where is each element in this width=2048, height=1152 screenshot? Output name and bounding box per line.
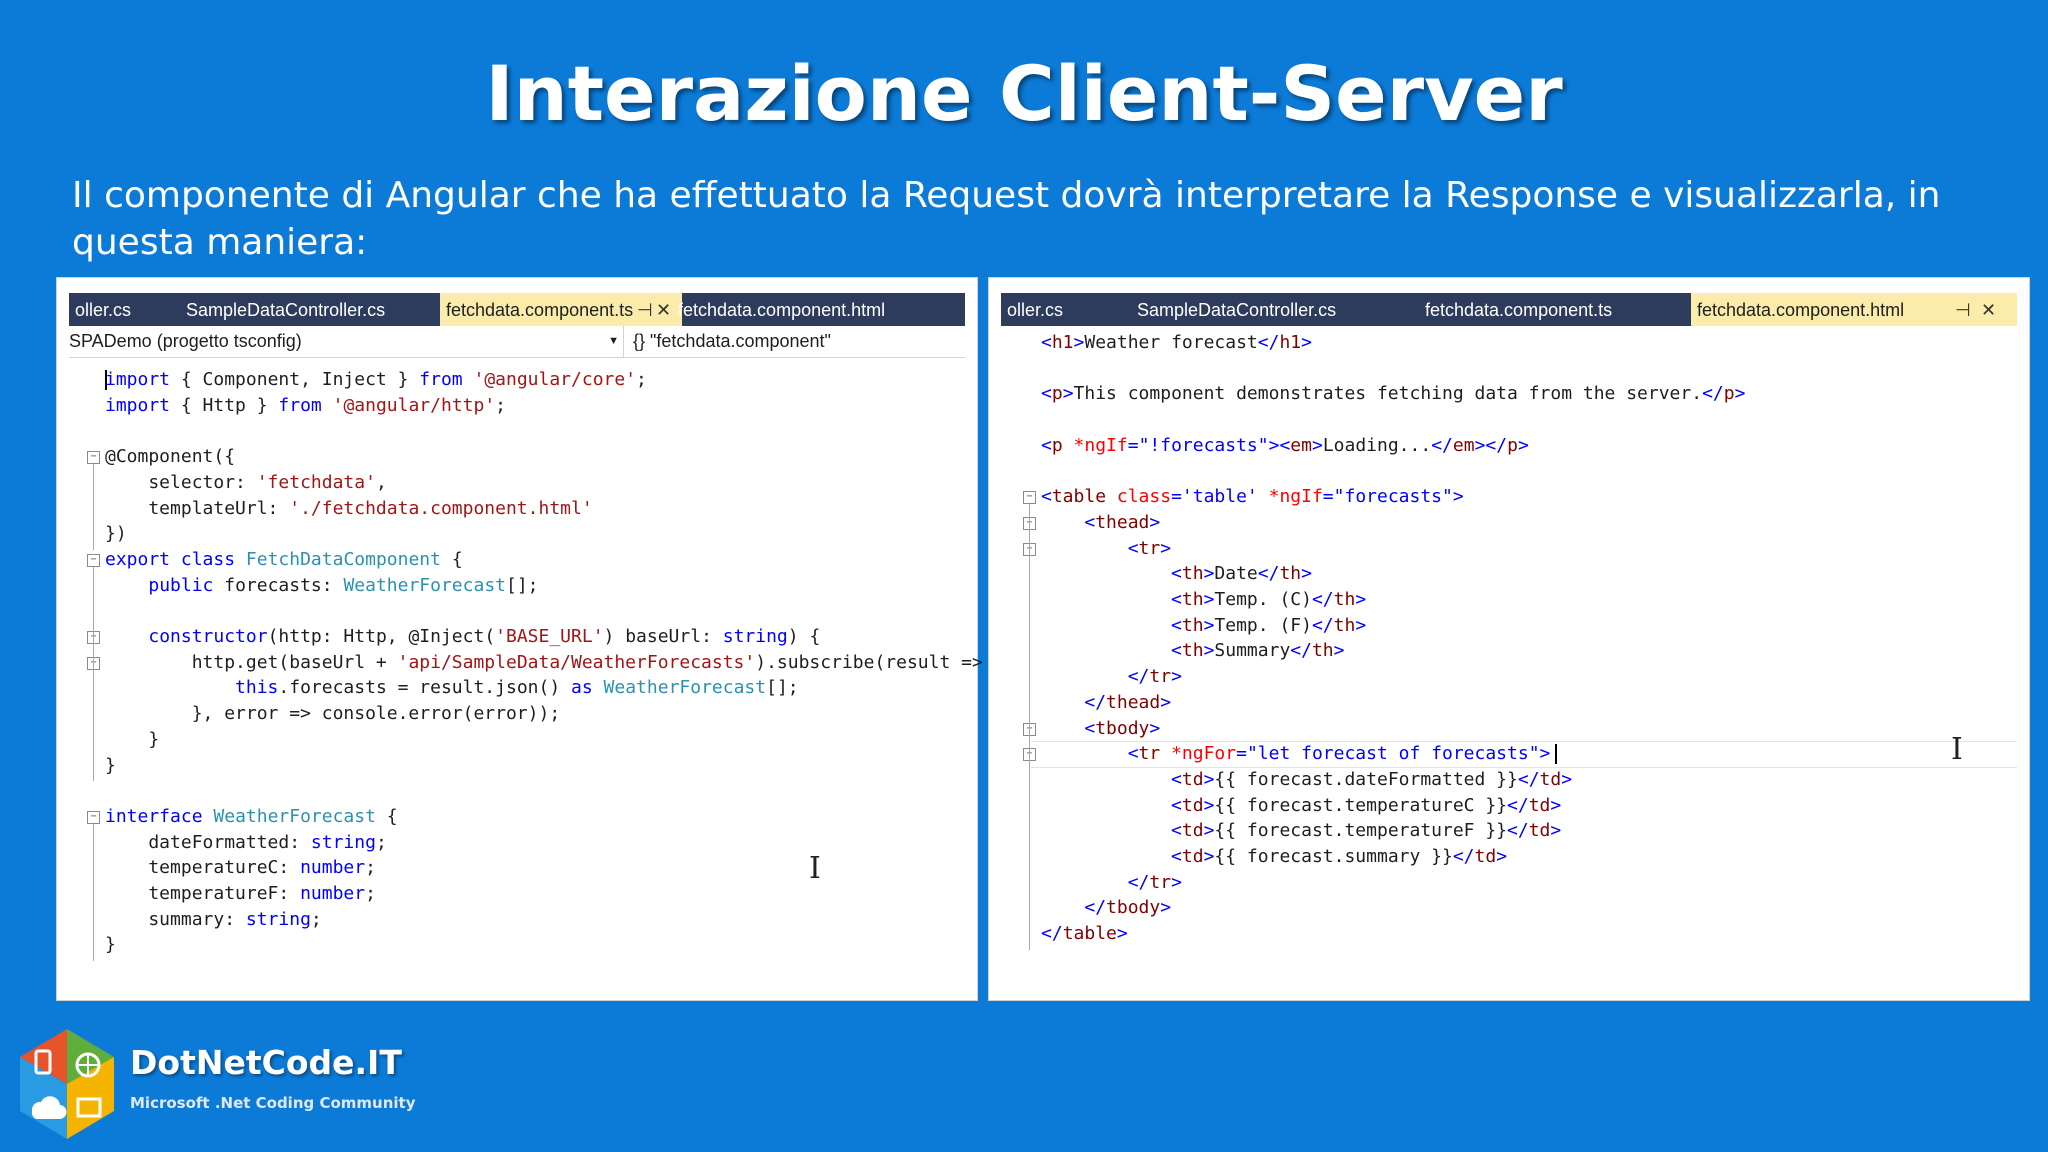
code-line: <th>Date</th> [1171, 563, 1312, 585]
tab-fetchdata-component-ts[interactable]: fetchdata.component.ts ⊣ ✕ [440, 293, 682, 326]
code-line: </tbody> [1084, 897, 1172, 919]
code-line: <th>Summary</th> [1171, 640, 1345, 662]
code-line: export class FetchDataComponent { [105, 548, 463, 570]
code-line: <td>{{ forecast.temperatureC }}</td> [1171, 794, 1562, 816]
code-editor-typescript[interactable]: import { Component, Inject } from '@angu… [69, 367, 1004, 987]
chevron-down-icon: ▼ [608, 335, 619, 347]
symbol-dropdown[interactable]: {} "fetchdata.component" [633, 326, 831, 357]
tab-fetchdata-component-html[interactable]: fetchdata.component.html ⊣ ✕ [1691, 293, 2017, 326]
code-line: <p>This component demonstrates fetching … [1041, 383, 1746, 405]
outline-guide [1029, 504, 1030, 950]
text-caret [105, 370, 107, 390]
outline-guide [93, 823, 94, 962]
tab-controller-cs[interactable]: oller.cs [69, 293, 137, 326]
code-line: <p *ngIf="!forecasts"><em>Loading...</em… [1041, 434, 1529, 456]
project-dropdown[interactable]: SPADemo (progetto tsconfig) ▼ [69, 326, 624, 357]
pin-icon[interactable]: ⊣ [1955, 293, 1971, 326]
code-line: import { Http } from '@angular/http'; [105, 394, 507, 416]
outline-guide [93, 464, 94, 551]
code-line: selector: 'fetchdata', [105, 471, 387, 493]
code-line: <table class='table' *ngIf="forecasts"> [1041, 486, 1464, 508]
code-line: }, error => console.error(error)); [105, 703, 561, 725]
tab-controller-cs[interactable]: oller.cs [1001, 293, 1069, 326]
code-line: import { Component, Inject } from '@angu… [105, 369, 647, 390]
code-line: @Component({ [105, 446, 236, 468]
code-line: <th>Temp. (F)</th> [1171, 614, 1367, 636]
code-line: templateUrl: './fetchdata.component.html… [105, 497, 593, 519]
collapse-icon[interactable]: − [1023, 491, 1036, 505]
code-line: constructor(http: Http, @Inject('BASE_UR… [148, 626, 821, 647]
code-line: <h1>Weather forecast</h1> [1041, 332, 1312, 353]
slide-subtitle: Il componente di Angular che ha effettua… [72, 175, 1941, 263]
collapse-icon[interactable]: − [87, 451, 100, 465]
mouse-ibeam-icon: I [809, 851, 821, 886]
slide-title: Interazione Client-Server [485, 49, 1563, 138]
code-line: </tr> [1127, 871, 1182, 893]
tab-fetchdata-component-ts[interactable]: fetchdata.component.ts [1419, 293, 1618, 326]
code-line: }) [105, 523, 127, 545]
close-icon[interactable]: ✕ [656, 293, 671, 326]
close-icon[interactable]: ✕ [1981, 293, 1996, 326]
code-line: <td>{{ forecast.dateFormatted }}</td> [1171, 768, 1573, 790]
code-line: temperatureF: number; [105, 883, 376, 904]
collapse-icon[interactable]: − [87, 810, 100, 824]
text-caret [1555, 744, 1557, 765]
collapse-icon[interactable]: − [87, 553, 100, 567]
right-editor-screenshot: oller.cs SampleDataController.cs fetchda… [988, 277, 2030, 1001]
editor-tab-bar: oller.cs SampleDataController.cs fetchda… [69, 293, 965, 326]
code-line: http.get(baseUrl + 'api/SampleData/Weath… [105, 651, 1005, 673]
code-line: <thead> [1084, 511, 1161, 533]
code-line: summary: string; [105, 908, 322, 930]
tab-sampledatacontroller-cs[interactable]: SampleDataController.cs [180, 293, 391, 326]
code-line: <td>{{ forecast.temperatureF }}</td> [1171, 820, 1562, 842]
code-line: } [105, 934, 116, 956]
code-line: dateFormatted: string; [105, 831, 387, 853]
code-line: <th>Temp. (C)</th> [1171, 589, 1367, 610]
code-line: <tr> [1127, 537, 1172, 559]
outline-guide [93, 566, 94, 782]
code-line: </tr> [1127, 666, 1182, 688]
mouse-ibeam-icon: I [1951, 732, 1963, 767]
editor-navigation-bar: SPADemo (progetto tsconfig) ▼ {} "fetchd… [69, 326, 965, 358]
code-line: <tbody> [1084, 717, 1161, 739]
code-line: this.forecasts = result.json() as Weathe… [235, 677, 799, 699]
code-line: <td>{{ forecast.summary }}</td> [1171, 846, 1508, 867]
code-line: public forecasts: WeatherForecast[]; [148, 574, 539, 596]
brand-name: DotNetCode.IT [130, 1043, 402, 1082]
left-editor-screenshot: oller.cs SampleDataController.cs fetchda… [56, 277, 1004, 1001]
code-line: <tr *ngFor="let forecast of forecasts"> [1127, 743, 1551, 765]
code-line: } [105, 754, 116, 776]
dotnetcode-logo-icon [20, 1029, 114, 1139]
code-line: } [105, 728, 160, 750]
editor-tab-bar: oller.cs SampleDataController.cs fetchda… [1001, 293, 2017, 326]
pin-icon[interactable]: ⊣ [637, 293, 653, 326]
code-line: </thead> [1084, 691, 1172, 713]
code-line: </table> [1041, 923, 1128, 945]
tab-sampledatacontroller-cs[interactable]: SampleDataController.cs [1131, 293, 1342, 326]
tab-fetchdata-component-html[interactable]: fetchdata.component.html [672, 293, 891, 326]
code-editor-html[interactable]: <h1>Weather forecast</h1> <p>This compone… [1001, 330, 2017, 990]
code-line: interface WeatherForecast { [105, 805, 398, 827]
code-line: temperatureC: number; [105, 857, 376, 879]
brand-tagline: Microsoft .Net Coding Community [130, 1094, 416, 1112]
